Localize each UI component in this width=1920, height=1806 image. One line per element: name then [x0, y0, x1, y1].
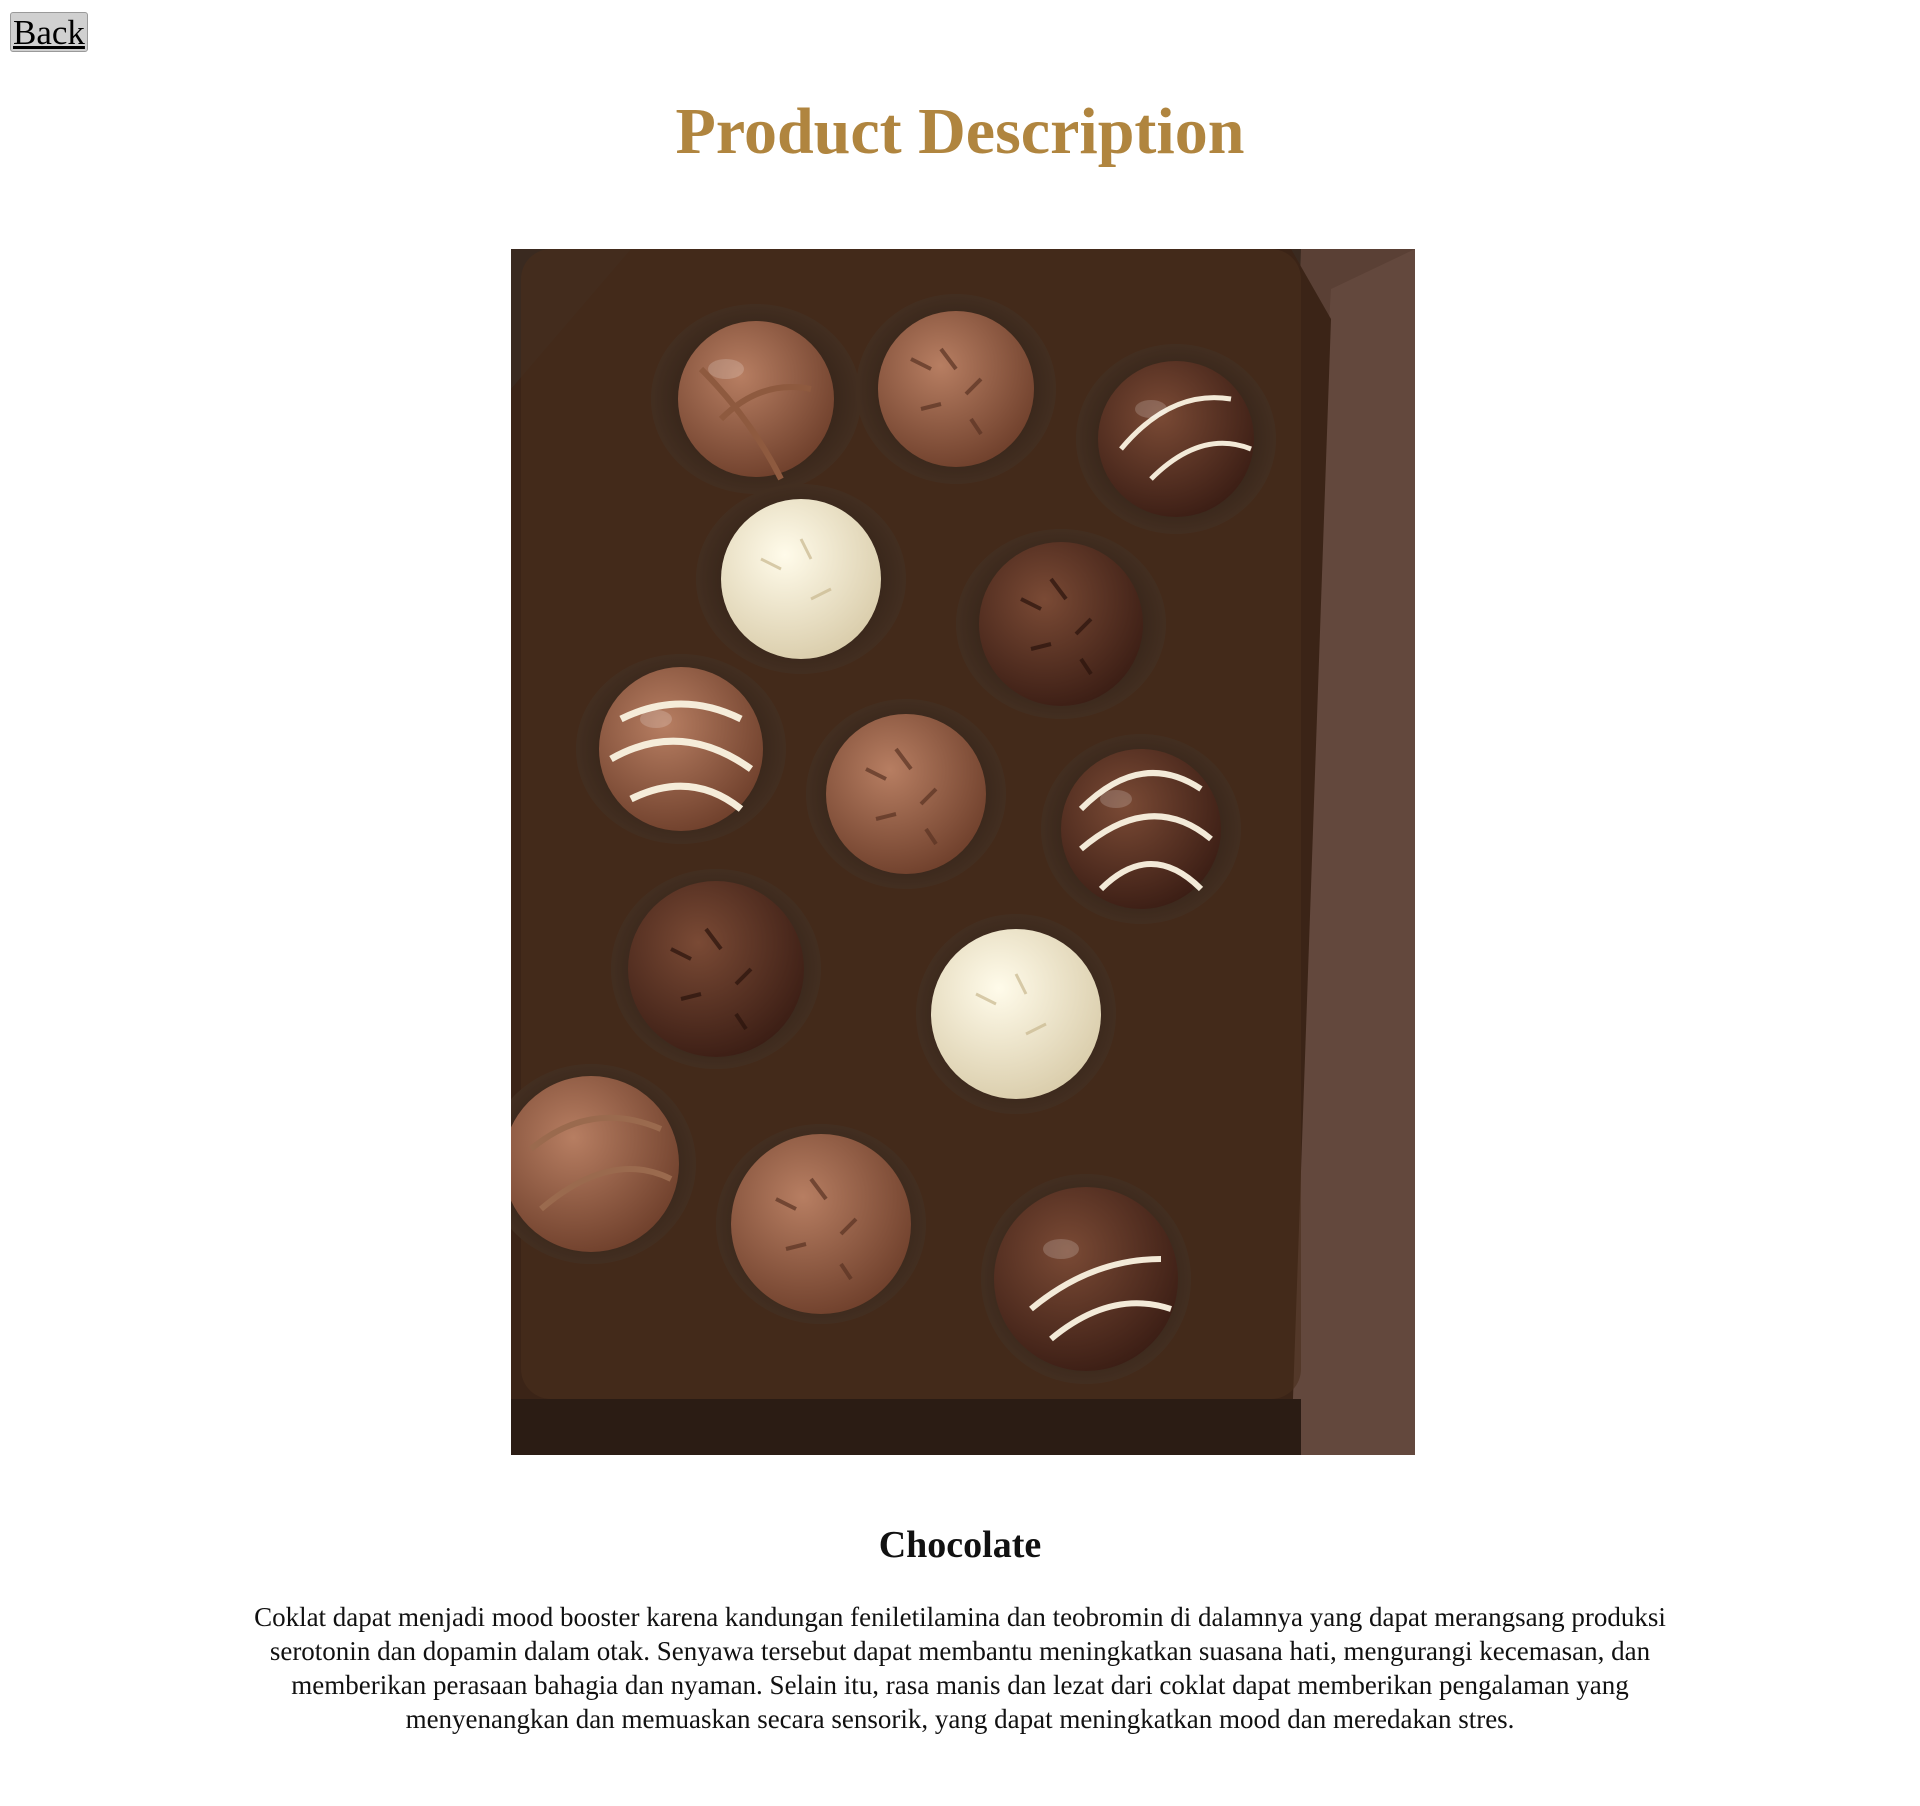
back-button[interactable]: Back	[10, 12, 88, 52]
page-title: Product Description	[675, 95, 1245, 168]
product-name: Chocolate	[878, 1524, 1042, 1566]
product-description: Coklat dapat menjadi mood booster karena…	[254, 1602, 1666, 1734]
product-page: Back Product Description Chocolate Cokla…	[0, 0, 1920, 1806]
product-image	[511, 249, 1415, 1455]
